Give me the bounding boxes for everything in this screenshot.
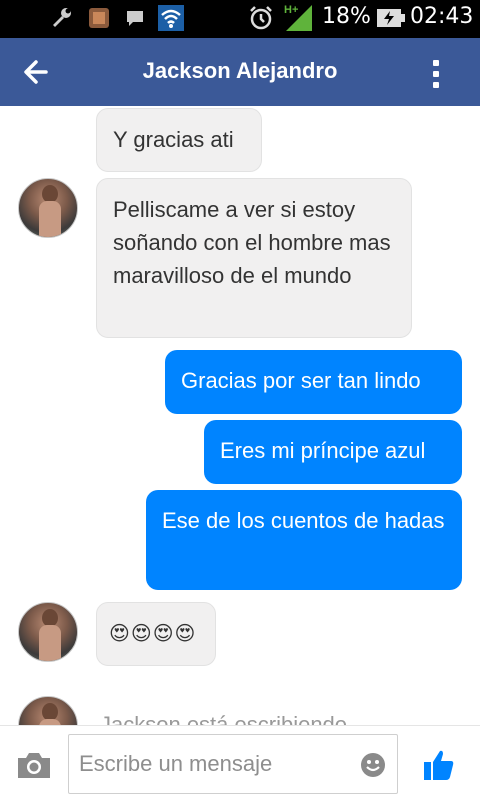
message-bubble-incoming[interactable]: Y gracias ati: [96, 108, 262, 172]
message-input[interactable]: [68, 734, 398, 794]
message-composer: [0, 725, 480, 800]
smiley-icon: [361, 753, 385, 777]
overflow-menu-button[interactable]: [430, 60, 442, 88]
emoji-button[interactable]: [360, 752, 386, 778]
alarm-icon: [248, 6, 274, 30]
contact-avatar[interactable]: [18, 178, 78, 238]
thumbs-up-icon: [424, 750, 454, 780]
app-bar: Jackson Alejandro: [0, 38, 480, 106]
conversation-title[interactable]: Jackson Alejandro: [0, 58, 480, 84]
camera-button[interactable]: [16, 750, 52, 780]
battery-percent: 18%: [322, 4, 371, 29]
wifi-icon: [158, 5, 184, 31]
menu-dot: [433, 82, 439, 88]
battery-icon: [376, 6, 406, 30]
wrench-icon: [50, 6, 74, 30]
network-type-label: H+: [284, 4, 299, 16]
chat-icon: [124, 6, 146, 30]
message-bubble-outgoing[interactable]: Eres mi príncipe azul: [204, 420, 462, 484]
camera-icon: [18, 753, 50, 778]
contact-avatar[interactable]: [18, 696, 78, 725]
message-bubble-outgoing[interactable]: Ese de los cuentos de hadas: [146, 490, 462, 590]
signal-icon: H+: [282, 4, 316, 31]
message-bubble-incoming[interactable]: 😍😍😍😍: [96, 602, 216, 666]
message-bubble-incoming[interactable]: Pelliscame a ver si estoy soñando con el…: [96, 178, 412, 338]
message-bubble-outgoing[interactable]: Gracias por ser tan lindo: [165, 350, 462, 414]
gallery-icon: [88, 6, 110, 30]
menu-dot: [433, 71, 439, 77]
status-bar: H+ 18% 02:43: [0, 0, 480, 38]
contact-avatar[interactable]: [18, 602, 78, 662]
menu-dot: [433, 60, 439, 66]
message-list[interactable]: Y gracias ati Pelliscame a ver si estoy …: [0, 106, 480, 725]
clock: 02:43: [410, 4, 474, 29]
like-button[interactable]: [422, 748, 456, 782]
typing-indicator: Jackson está escribiendo...: [100, 712, 366, 725]
